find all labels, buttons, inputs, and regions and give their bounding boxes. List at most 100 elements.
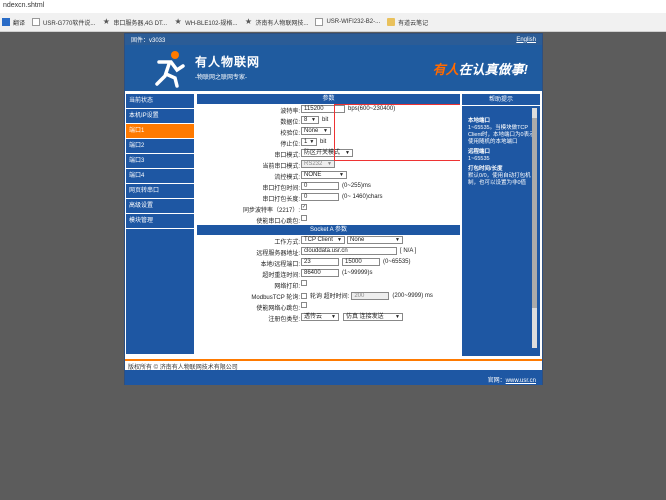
pack-time-unit: (0~255)ms: [342, 183, 371, 189]
sync-baud-checkbox[interactable]: ✓: [301, 204, 307, 210]
help-section-pack: 打包时间/长度 默认0/0，使用自动打包机制，也可以设置为非0值: [468, 166, 536, 187]
reg-type-label: 注册包类型:: [268, 317, 300, 323]
remote-port-input[interactable]: 15000: [342, 258, 380, 266]
current-serial-label: 当前串口模式:: [262, 164, 300, 170]
ports-label: 本地/远程端口:: [260, 262, 300, 268]
reconnect-label: 超时重连时间:: [262, 273, 300, 279]
menu-item-port3[interactable]: 端口3: [126, 154, 194, 169]
brand-name: 有人物联网: [195, 55, 261, 69]
stopbits-select[interactable]: 1 ▼: [301, 138, 317, 146]
menu-item-advanced[interactable]: 高级设置: [126, 199, 194, 214]
work-mode-row: 工作方式: TCP Client ▼ None ▼: [197, 235, 460, 246]
net-heartbeat-checkbox[interactable]: [301, 302, 307, 308]
chevron-down-icon: ▼: [345, 150, 350, 156]
menu-item-status[interactable]: 当前状态: [126, 94, 194, 109]
bookmark-usr-wifi232[interactable]: USR-WIFI232-B2-...: [315, 18, 380, 26]
net-heartbeat-label: 使能网络心跳包:: [256, 306, 300, 312]
help-body: 本地端口 1~65535。当模块做TCP Client时，本地端口为0表示使用随…: [462, 106, 540, 187]
english-link[interactable]: English: [516, 37, 536, 43]
stopbits-unit: bit: [320, 139, 327, 145]
menu-item-web-to-serial[interactable]: 网页转串口: [126, 184, 194, 199]
databits-select[interactable]: 8 ▼: [301, 116, 319, 124]
modbus-checkbox[interactable]: [301, 292, 307, 299]
modbus-row: ModbusTCP 轮询: 轮询 超时时间: 200 (200~9999) ms: [197, 290, 460, 301]
parity-select[interactable]: None ▼: [301, 127, 331, 135]
device-config-frame: 固件：v3033 English 有人物联网 -物联网之联网专家- 有人在认真做…: [124, 33, 543, 385]
settings-content[interactable]: 参数 波特率: 115200 bps(600~230400) 数据位: 8 ▼ bit…: [197, 94, 460, 356]
bookmark-wh-ble102[interactable]: ★ WH-BLE102-规格...: [174, 18, 237, 27]
document-icon: [315, 18, 324, 26]
stopbits-label: 停止位:: [280, 142, 300, 148]
bookmark-usr-g770[interactable]: USR-G770软件说...: [32, 18, 95, 27]
site-link[interactable]: www.usr.cn: [506, 378, 536, 384]
ports-row: 本地/远程端口: 23 15000 (0~65535): [197, 257, 460, 268]
work-mode-sub-select[interactable]: None ▼: [347, 236, 403, 244]
databits-label: 数据位:: [280, 120, 300, 126]
help-panel: 帮助提示 本地端口 1~65535。当模块做TCP Client时，本地端口为0…: [462, 94, 540, 356]
baud-unit: bps(600~230400): [348, 106, 396, 112]
sync-baud-label: 同步波特率（2217）:: [242, 208, 300, 214]
menu-item-port2[interactable]: 端口2: [126, 139, 194, 154]
net-heartbeat-row: 使能网络心跳包:: [197, 301, 460, 312]
databits-unit: bit: [322, 117, 329, 123]
server-status: [ N/A ]: [400, 248, 417, 254]
reconnect-row: 超时重连时间: 86400 (1~99999)s: [197, 268, 460, 279]
server-input[interactable]: clouddata.usr.cn: [301, 247, 397, 255]
baud-input[interactable]: 115200: [301, 105, 345, 113]
menu-item-port1[interactable]: 端口1: [126, 124, 194, 139]
modbus-unit: (200~9999) ms: [392, 292, 433, 299]
modbus-poll-text: 轮询 超时时间:: [310, 294, 350, 300]
help-section-body: 默认0/0，使用自动打包机制，也可以设置为非0值: [468, 173, 531, 186]
server-row: 远程服务器地址: clouddata.usr.cn[ N/A ]: [197, 246, 460, 257]
serial-mode-select[interactable]: 防区开关模式 ▼: [301, 149, 353, 157]
help-section-body: 1~65535: [468, 156, 490, 162]
serial-heartbeat-row: 使能串口心跳包:: [197, 214, 460, 225]
reg-type-extra-select[interactable]: 仿真 连接发送 ▼: [343, 313, 403, 321]
chevron-down-icon: ▼: [331, 314, 336, 320]
bookmark-youdao-note[interactable]: 有道云笔记: [387, 18, 428, 27]
chevron-down-icon: ▼: [309, 139, 315, 145]
parity-label: 校验位:: [280, 131, 300, 137]
pack-time-row: 串口打包时间: 0 (0~255)ms: [197, 181, 460, 192]
reconnect-input[interactable]: 86400: [301, 269, 339, 277]
slogan-rest: 在认真做事!: [458, 62, 528, 77]
help-section-local-port: 本地端口 1~65535。当模块做TCP Client时，本地端口为0表示使用随…: [468, 118, 536, 146]
net-print-row: 网络打印:: [197, 279, 460, 290]
menu-item-module-manage[interactable]: 模块管理: [126, 214, 194, 229]
scrollbar-thumb[interactable]: [532, 118, 537, 308]
footer-bar: 官网：www.usr.cn: [125, 370, 542, 385]
document-icon: [32, 18, 41, 26]
serial-heartbeat-checkbox[interactable]: [301, 215, 307, 221]
net-print-checkbox[interactable]: [301, 280, 307, 286]
params-section-header: 参数: [197, 94, 460, 104]
bookmark-translate[interactable]: 翻译: [2, 18, 25, 27]
slogan: 有人在认真做事!: [433, 59, 528, 78]
help-section-remote-port: 远程端口 1~65535: [468, 149, 536, 163]
pack-len-input[interactable]: 0: [301, 193, 339, 201]
bookmark-jinan-usr[interactable]: ★ 济南有人物联网技...: [244, 18, 309, 27]
chevron-down-icon: ▼: [323, 128, 328, 134]
baud-label: 波特率:: [280, 109, 300, 115]
work-mode-select[interactable]: TCP Client ▼: [301, 236, 345, 244]
flow-row: 流控模式: NONE ▼: [197, 170, 460, 181]
serial-mode-row: 串口模式: 防区开关模式 ▼: [197, 148, 460, 159]
folder-icon: [387, 18, 396, 26]
menu-item-ip-settings[interactable]: 本机IP设置: [126, 109, 194, 124]
firmware-version: 固件：v3033: [131, 38, 166, 44]
help-title: 帮助提示: [462, 94, 540, 106]
modbus-timeout-input: 200: [351, 291, 390, 300]
pack-len-unit: (0~ 1460)chars: [342, 194, 383, 200]
modbus-label: ModbusTCP 轮询:: [251, 295, 300, 301]
menu-item-port4[interactable]: 端口4: [126, 169, 194, 184]
url-text[interactable]: ndexcn.shtml: [3, 2, 44, 9]
flow-select[interactable]: NONE ▼: [301, 171, 347, 179]
work-mode-label: 工作方式:: [274, 240, 300, 246]
chevron-down-icon: ▼: [395, 314, 400, 320]
browser-url-strip[interactable]: ndexcn.shtml: [0, 0, 666, 13]
reg-type-select[interactable]: 透传云 ▼: [301, 313, 339, 321]
pack-time-input[interactable]: 0: [301, 182, 339, 190]
local-port-input[interactable]: 23: [301, 258, 339, 266]
bookmark-serial-server[interactable]: ★ 串口服务器,4G DT...: [102, 18, 167, 27]
chevron-down-icon: ▼: [337, 237, 342, 243]
help-scrollbar[interactable]: [532, 108, 537, 348]
